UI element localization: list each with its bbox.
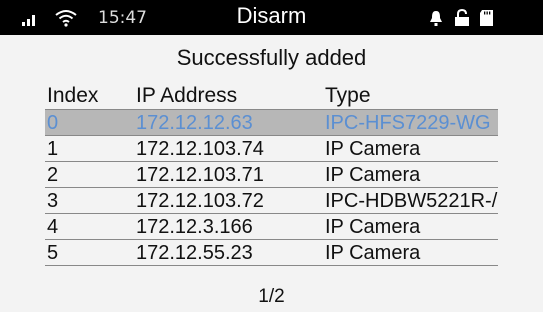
cell-ip-address: 172.12.3.166 [136, 216, 253, 238]
table-row[interactable]: 4 172.12.3.166 IP Camera [45, 214, 498, 240]
cell-ip-address: 172.12.103.74 [136, 138, 264, 160]
cell-ip-address: 172.12.12.63 [136, 112, 253, 134]
cell-type: IPC-HDBW5221R-/ [325, 190, 498, 212]
unlock-icon [455, 9, 469, 26]
device-table: Index IP Address Type 0 172.12.12.63 IPC-H… [45, 83, 498, 266]
bell-icon [430, 11, 442, 26]
column-header-type: Type [325, 84, 371, 107]
sd-card-icon [480, 10, 493, 26]
page-heading: Successfully added [176, 45, 367, 70]
cell-type: IP Camera [325, 138, 421, 160]
cell-type: IP Camera [325, 242, 421, 264]
column-header-index: Index [47, 84, 99, 107]
cell-ip-address: 172.12.55.23 [136, 242, 253, 264]
cell-ip-address: 172.12.103.71 [136, 164, 264, 186]
cell-index: 2 [47, 164, 59, 186]
page-indicator: 1/2 [258, 286, 285, 307]
cell-index: 3 [47, 190, 59, 212]
cell-index: 0 [47, 112, 59, 134]
column-header-ip-address: IP Address [136, 84, 238, 107]
cell-index: 4 [47, 216, 59, 238]
cell-type: IP Camera [325, 216, 421, 238]
status-bar: 15:47 Disarm [0, 0, 543, 35]
status-icons [423, 9, 513, 27]
cell-type: IP Camera [325, 164, 421, 186]
cell-index: 1 [47, 138, 59, 160]
cell-index: 5 [47, 242, 59, 264]
table-row[interactable]: 5 172.12.55.23 IP Camera [45, 240, 498, 266]
cell-type: IPC-HFS7229-WG [325, 112, 491, 134]
table-header-row: Index IP Address Type [45, 83, 498, 110]
table-row[interactable]: 1 172.12.103.74 IP Camera [45, 136, 498, 162]
table-row[interactable]: 2 172.12.103.71 IP Camera [45, 162, 498, 188]
cell-ip-address: 172.12.103.72 [136, 190, 264, 212]
table-row[interactable]: 0 172.12.12.63 IPC-HFS7229-WG [45, 110, 498, 136]
table-row[interactable]: 3 172.12.103.72 IPC-HDBW5221R-/ [45, 188, 498, 214]
